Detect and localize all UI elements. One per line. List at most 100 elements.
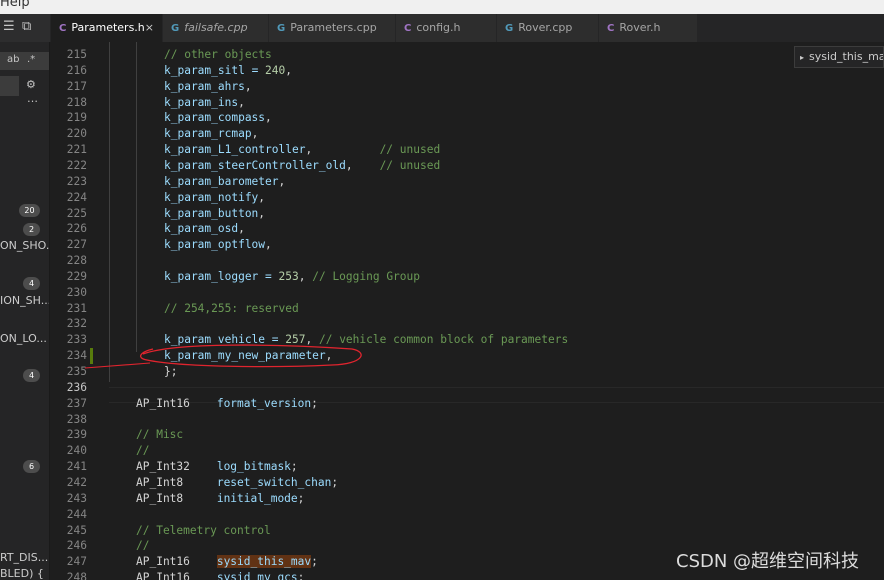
outline-item[interactable]: ON_LO... [0, 332, 49, 345]
line-number: 245 [66, 523, 87, 537]
code-line[interactable]: 232 [50, 316, 884, 332]
more-icon[interactable]: … [27, 92, 38, 105]
code-line[interactable]: 225 k_param_button, [50, 206, 884, 222]
line-number: 241 [66, 460, 87, 474]
outline-item[interactable]: ION_SH... [0, 294, 49, 307]
tab-label: Parameters.h [71, 21, 145, 34]
code-text: k_param_logger = 253, // Logging Group [164, 269, 420, 285]
line-number: 246 [66, 539, 87, 553]
code-line[interactable]: 216 k_param_sitl = 240, [50, 63, 884, 79]
code-editor[interactable]: 215 // other objects 216 k_param_sitl = 240… [50, 42, 884, 580]
code-text: // Telemetry control [136, 523, 271, 539]
tab-config-h[interactable]: Cconfig.h [396, 14, 497, 42]
watermark: CSDN @超维空间科技 [676, 551, 860, 572]
code-token: k_param_logger = 253, [164, 269, 306, 283]
code-token: k_param_rcmap, [164, 127, 259, 141]
code-token: k_param_button, [164, 206, 266, 220]
line-number: 223 [66, 174, 87, 188]
code-line[interactable]: 220 k_param_rcmap, [50, 126, 884, 142]
outline-item[interactable]: RT_DIS... [0, 551, 49, 564]
menu-help[interactable]: Help [0, 0, 30, 10]
code-text: k_param_my_new_parameter, [164, 348, 332, 364]
peek-label: sysid_this_mav [809, 50, 884, 63]
code-line[interactable]: 235}; [50, 364, 884, 380]
code-line[interactable]: 224 k_param_notify, [50, 190, 884, 206]
code-line[interactable]: 230 [50, 285, 884, 301]
code-token: AP_Int8 reset_switch_chan; [136, 475, 339, 489]
search-options: ab .* [0, 52, 49, 70]
match-word-icon[interactable]: ab [7, 54, 19, 65]
code-token: k_param_barometer, [164, 174, 286, 188]
regex-icon[interactable]: .* [27, 54, 35, 65]
filter-input[interactable] [0, 76, 19, 96]
code-token: k_param_my_new_parameter, [164, 349, 333, 363]
code-line[interactable]: 240 // [50, 443, 884, 459]
code-token: k_param_compass, [164, 111, 272, 125]
code-line[interactable]: 217 k_param_ahrs, [50, 79, 884, 95]
code-line[interactable]: 218 k_param_ins, [50, 95, 884, 111]
code-text: k_param_vehicle = 257, // vehicle common… [164, 332, 568, 348]
code-line[interactable]: 221 k_param_L1_controller, // unused [50, 142, 884, 158]
tab-parameters-h[interactable]: C Parameters.h × [51, 14, 163, 42]
code-line[interactable]: 245 // Telemetry control [50, 523, 884, 539]
code-text: }; [164, 364, 177, 380]
count-badge: 4 [23, 369, 40, 382]
code-line[interactable]: 215 // other objects [50, 47, 884, 63]
code-line[interactable]: 243 AP_Int8 initial_mode; [50, 491, 884, 507]
c-file-icon: C [607, 23, 615, 34]
code-line[interactable]: 236 [50, 380, 884, 396]
tab-parameters-cpp[interactable]: G Parameters.cpp [269, 14, 396, 42]
code-token: // 254,255: reserved [164, 301, 299, 315]
code-line[interactable]: 231 // 254,255: reserved [50, 301, 884, 317]
code-line[interactable]: 242 AP_Int8 reset_switch_chan; [50, 475, 884, 491]
line-number: 221 [66, 143, 87, 157]
cpp-file-icon: G [171, 23, 180, 34]
line-number: 224 [66, 190, 87, 204]
code-line[interactable]: 229 k_param_logger = 253, // Logging Grou… [50, 269, 884, 285]
code-token: AP_Int32 log_bitmask; [136, 460, 298, 474]
filter-icon[interactable]: ⚙ [26, 78, 36, 91]
line-number: 244 [66, 507, 87, 521]
code-line[interactable]: 234 k_param_my_new_parameter, [50, 348, 884, 364]
line-number: 232 [66, 317, 87, 331]
code-token: AP_Int16 format_version; [136, 396, 318, 410]
code-token: }; [164, 365, 178, 378]
code-text: k_param_compass, [164, 110, 272, 126]
list-icon[interactable]: ☰ [3, 19, 15, 34]
code-line[interactable]: 226 k_param_osd, [50, 221, 884, 237]
tab-rover-cpp[interactable]: G Rover.cpp [497, 14, 599, 42]
line-number: 243 [66, 491, 87, 505]
code-line[interactable]: 239 // Misc [50, 427, 884, 443]
line-number: 240 [66, 444, 87, 458]
code-token: AP_Int8 initial_mode; [136, 491, 305, 505]
outline-item[interactable]: ON_SHO... [0, 239, 49, 252]
code-text: k_param_button, [164, 206, 265, 222]
code-line[interactable]: 244 [50, 507, 884, 523]
symbol-peek[interactable]: ▸ sysid_this_mav [794, 46, 884, 68]
tab-rover-h[interactable]: C Rover.h [599, 14, 698, 42]
code-text: k_param_barometer, [164, 174, 285, 190]
tab-label: failsafe.cpp [184, 21, 248, 34]
code-line[interactable]: 223 k_param_barometer, [50, 174, 884, 190]
code-text: // 254,255: reserved [164, 301, 299, 317]
c-file-icon: C [404, 23, 412, 34]
code-line[interactable]: 241 AP_Int32 log_bitmask; [50, 459, 884, 475]
code-token: AP_Int16 sysid_my_gcs; [136, 571, 305, 580]
collapse-all-icon[interactable]: ⧉ [22, 19, 31, 34]
code-line[interactable]: 237 AP_Int16 format_version; [50, 396, 884, 412]
c-file-icon: C [59, 23, 67, 34]
code-text: // other objects [164, 47, 272, 63]
close-icon[interactable]: × [145, 14, 154, 42]
count-badge: 2 [23, 223, 40, 236]
code-comment: // unused [379, 158, 441, 172]
code-line[interactable]: 228 [50, 253, 884, 269]
code-line[interactable]: 219 k_param_compass, [50, 110, 884, 126]
outline-item[interactable]: BLED) { [0, 567, 49, 580]
code-line[interactable]: 238 [50, 412, 884, 428]
tab-failsafe-cpp[interactable]: Gfailsafe.cpp [163, 14, 269, 42]
code-line[interactable]: 222 k_param_steerController_old, // unuse… [50, 158, 884, 174]
code-line[interactable]: 233 k_param_vehicle = 257, // vehicle com… [50, 332, 884, 348]
code-token: k_param_L1_controller, [164, 143, 313, 157]
menu-bar: Help [0, 0, 884, 15]
code-line[interactable]: 227 k_param_optflow, [50, 237, 884, 253]
